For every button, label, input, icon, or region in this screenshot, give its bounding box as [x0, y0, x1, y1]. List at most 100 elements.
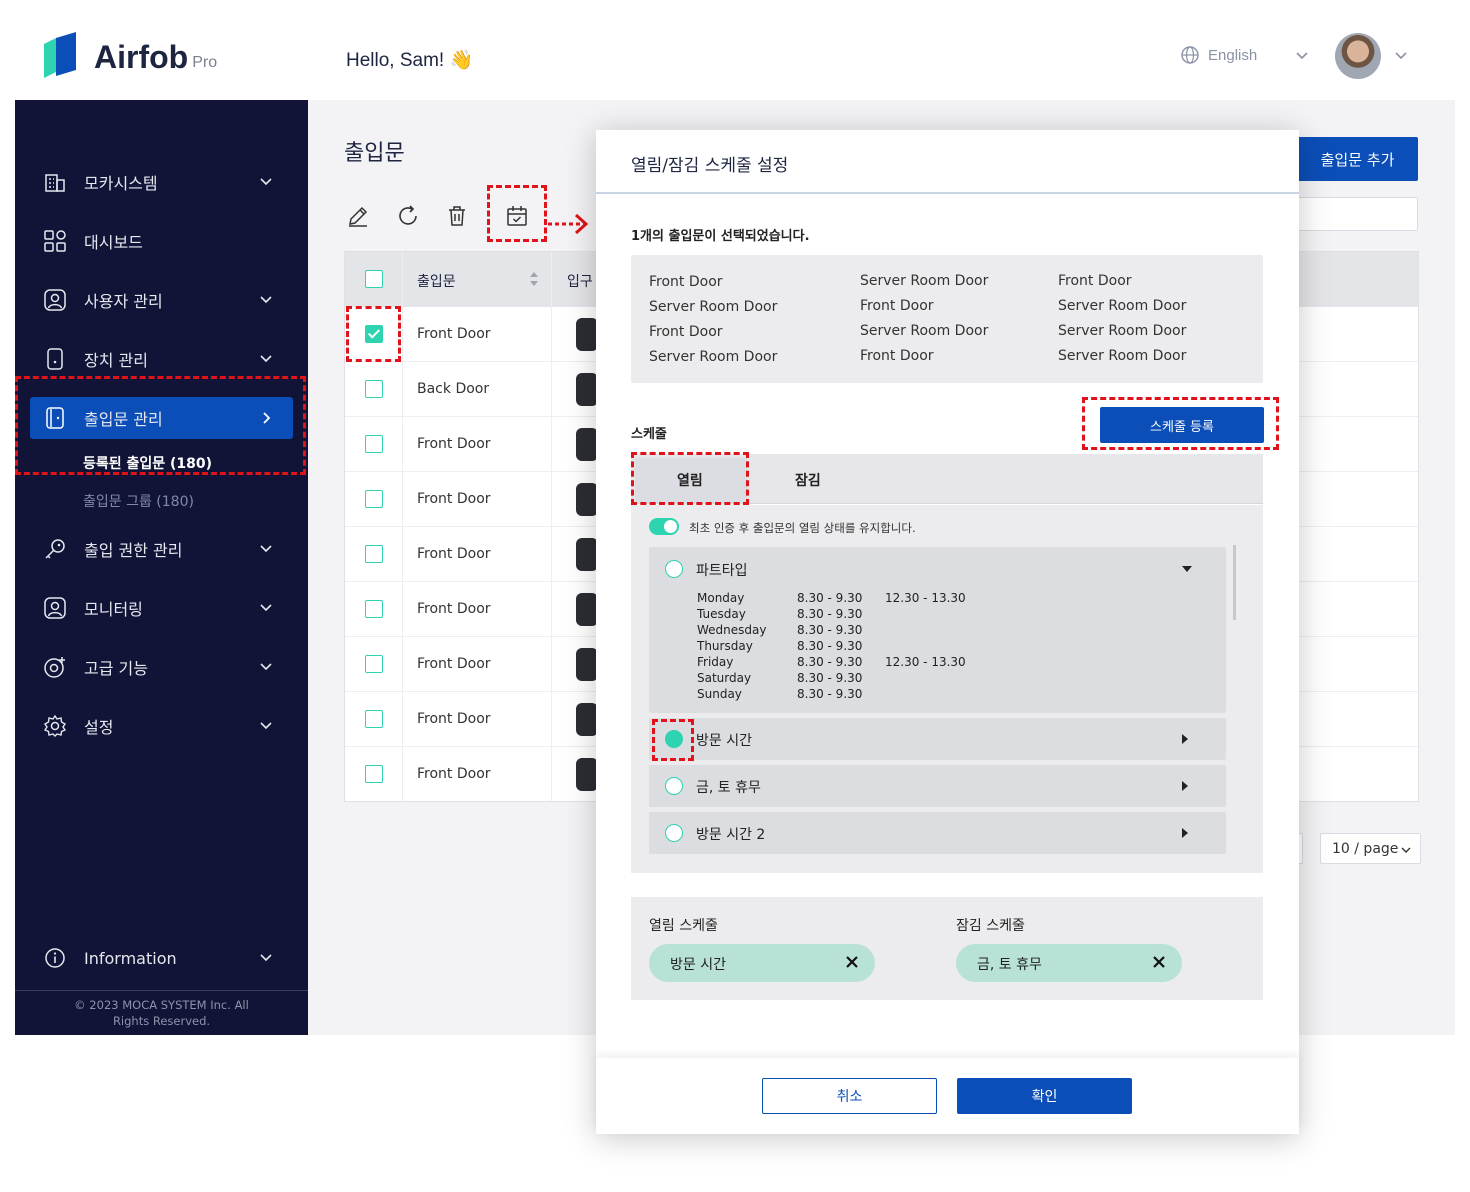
chevron-down-icon [260, 545, 272, 553]
sidebar-item-settings[interactable]: 설정 [30, 705, 293, 747]
sidebar-item-label: 장치 관리 [84, 351, 148, 370]
chevron-down-icon [260, 296, 272, 304]
schedule-day: Sunday [697, 687, 742, 701]
confirm-button[interactable]: 확인 [957, 1078, 1132, 1114]
chevron-down-icon[interactable] [1393, 48, 1409, 64]
keep-open-toggle-label: 최초 인증 후 출입문의 열림 상태를 유지합니다. [689, 521, 916, 535]
schedule-section-label: 스케줄 [631, 427, 667, 442]
schedule-time: 8.30 - 9.30 [797, 623, 863, 637]
sidebar-item-dashboard[interactable]: 대시보드 [30, 220, 293, 262]
caret-down-icon[interactable] [1182, 566, 1192, 572]
annotation-arrow-icon [548, 213, 589, 235]
sidebar-item-label: 설정 [84, 718, 114, 737]
schedule-list-panel: 최초 인증 후 출입문의 열림 상태를 유지합니다. 파트타입 Monday 8… [631, 505, 1263, 873]
language-selector[interactable]: English [1180, 45, 1257, 65]
schedule-time: 8.30 - 9.30 [797, 607, 863, 621]
door-list-item: Front Door [860, 348, 934, 364]
advanced-icon [42, 654, 68, 680]
sidebar-item-users[interactable]: 사용자 관리 [30, 279, 293, 321]
door-list-item: Front Door [649, 274, 723, 290]
sidebar-item-monitoring[interactable]: 모니터링 [30, 587, 293, 629]
door-name: Front Door [417, 546, 491, 562]
schedule-item-visit-time-2[interactable]: 방문 시간 2 [649, 812, 1226, 854]
schedule-time: 8.30 - 9.30 [797, 687, 863, 701]
schedule-item-parttime[interactable]: 파트타입 Monday 8.30 - 9.30 12.30 - 13.30 Tu… [649, 547, 1226, 713]
open-schedule-chip: 방문 시간 [649, 944, 875, 982]
schedule-name: 금, 토 휴무 [696, 780, 761, 796]
selected-schedules-summary: 열림 스케줄 잠김 스케줄 방문 시간 금, 토 휴무 [631, 897, 1263, 1000]
door-list-item: Server Room Door [860, 273, 989, 289]
schedule-radio[interactable] [665, 777, 683, 795]
schedule-day: Thursday [697, 639, 753, 653]
door-name: Front Door [417, 656, 491, 672]
edit-icon[interactable] [346, 204, 370, 228]
reader-device-image [576, 648, 598, 681]
row-checkbox[interactable] [365, 710, 383, 728]
chevron-down-icon [260, 954, 272, 962]
trash-icon[interactable] [445, 204, 469, 228]
door-name: Back Door [417, 381, 490, 397]
schedule-day: Monday [697, 591, 745, 605]
reader-device-image [576, 428, 598, 461]
row-checkbox[interactable] [365, 380, 383, 398]
user-icon [42, 287, 68, 313]
greeting: Hello, Sam! 👋 [346, 50, 474, 71]
copyright: © 2023 MOCA SYSTEM Inc. All Rights Reser… [74, 998, 249, 1028]
schedule-radio[interactable] [665, 560, 683, 578]
close-icon[interactable] [1152, 955, 1166, 969]
chevron-down-icon [260, 178, 272, 186]
sidebar-item-information[interactable]: Information [30, 937, 293, 979]
sidebar-item-mocasystem[interactable]: 모카시스템 [30, 161, 293, 203]
dashboard-icon [42, 228, 68, 254]
select-all-checkbox[interactable] [365, 270, 383, 288]
sort-icon[interactable] [529, 271, 539, 287]
row-checkbox[interactable] [365, 545, 383, 563]
refresh-icon[interactable] [396, 204, 420, 228]
open-schedule-label: 열림 스케줄 [649, 918, 718, 934]
language-label: English [1208, 46, 1258, 64]
schedule-item-fri-sat-off[interactable]: 금, 토 휴무 [649, 765, 1226, 807]
row-checkbox[interactable] [365, 600, 383, 618]
tab-lock[interactable]: 잠김 [795, 470, 821, 490]
logo-sub: Pro [192, 54, 218, 71]
modal-header: 열림/잠김 스케줄 설정 [596, 130, 1299, 194]
sidebar-subitem-door-groups[interactable]: 출입문 그룹 (180) [83, 491, 194, 511]
chip-label: 방문 시간 [670, 957, 726, 973]
schedule-item-visit-time[interactable]: 방문 시간 [649, 718, 1226, 760]
reader-device-image [576, 483, 598, 516]
sidebar-item-label: 대시보드 [84, 233, 143, 252]
column-header-door[interactable]: 출입문 [417, 271, 456, 291]
page-size-select[interactable]: 10 / page [1320, 833, 1421, 864]
caret-right-icon[interactable] [1182, 828, 1188, 838]
door-name: Front Door [417, 711, 491, 727]
cancel-button[interactable]: 취소 [762, 1078, 937, 1114]
sidebar-item-advanced[interactable]: 고급 기능 [30, 646, 293, 688]
schedule-name: 방문 시간 [696, 733, 752, 749]
avatar[interactable] [1335, 33, 1381, 79]
reader-device-image [576, 593, 598, 626]
scrollbar[interactable] [1233, 545, 1236, 620]
row-checkbox[interactable] [365, 435, 383, 453]
row-checkbox[interactable] [365, 655, 383, 673]
add-door-button[interactable]: 출입문 추가 [1297, 137, 1418, 181]
monitor-icon [42, 595, 68, 621]
airfob-logo-icon [44, 32, 76, 78]
reader-device-image [576, 538, 598, 571]
logo-text: Airfob [94, 38, 189, 75]
lock-schedule-chip: 금, 토 휴무 [956, 944, 1182, 982]
sidebar-item-access-rights[interactable]: 출입 권한 관리 [30, 528, 293, 570]
row-checkbox[interactable] [365, 490, 383, 508]
chevron-down-icon [260, 604, 272, 612]
door-name: Front Door [417, 491, 491, 507]
sidebar-item-label: Information [84, 948, 177, 968]
close-icon[interactable] [845, 955, 859, 969]
reader-device-image [576, 758, 598, 791]
door-list-item: Front Door [860, 298, 934, 314]
keep-open-toggle[interactable] [649, 518, 679, 535]
caret-right-icon[interactable] [1182, 781, 1188, 791]
caret-right-icon[interactable] [1182, 734, 1188, 744]
chevron-down-icon[interactable] [1294, 48, 1310, 64]
sidebar-item-devices[interactable]: 장치 관리 [30, 338, 293, 380]
row-checkbox[interactable] [365, 765, 383, 783]
schedule-radio[interactable] [665, 824, 683, 842]
